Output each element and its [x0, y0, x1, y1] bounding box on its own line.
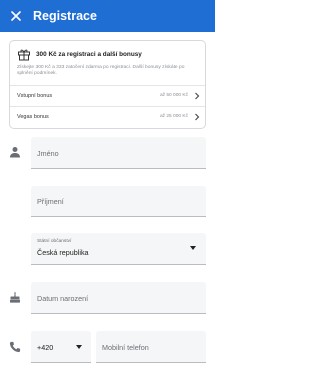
close-icon — [11, 11, 21, 21]
first-name-field[interactable]: Jméno — [31, 137, 206, 169]
bonus-row-label: Vstupní bonus — [17, 92, 53, 99]
app-bar: Registrace — [0, 0, 215, 32]
chevron-right-icon — [195, 113, 200, 120]
bonus-description: Získejte 300 Kč a 333 zatočení zdarma po… — [17, 65, 185, 77]
bonus-row-vegas[interactable]: Vegas bonus až 25 000 Kč — [10, 106, 205, 126]
last-name-field[interactable]: Příjmení — [31, 186, 206, 217]
cake-icon — [10, 291, 20, 303]
bonus-row-vstupni[interactable]: Vstupní bonus až 50 000 Kč — [10, 85, 205, 105]
bonus-header: 300 Kč za registraci a další bonusy — [10, 41, 205, 61]
birth-date-field[interactable]: Datum narození — [31, 282, 206, 314]
bonus-title: 300 Kč za registraci a další bonusy — [36, 50, 142, 58]
bonus-row-label: Vegas bonus — [17, 113, 49, 120]
close-button[interactable] — [2, 0, 30, 32]
citizenship-label: Státní občanství — [37, 239, 72, 244]
phone-icon — [9, 341, 21, 353]
birth-date-placeholder: Datum narození — [37, 294, 89, 303]
chevron-right-icon — [195, 92, 200, 99]
citizenship-select[interactable]: Státní občanství Česká republika — [31, 233, 206, 265]
dropdown-arrow-icon — [190, 246, 196, 250]
bonus-row-value: až 50 000 Kč — [159, 93, 188, 98]
first-name-placeholder: Jméno — [37, 149, 59, 158]
bonus-row-value: až 25 000 Kč — [159, 114, 188, 119]
gift-icon — [18, 49, 30, 61]
phone-prefix-value: +420 — [37, 343, 54, 352]
phone-prefix-select[interactable]: +420 — [31, 331, 91, 363]
citizenship-value: Česká republika — [37, 248, 89, 257]
phone-number-placeholder: Mobilní telefon — [102, 343, 149, 352]
page-title: Registrace — [33, 9, 97, 23]
person-icon — [10, 147, 20, 158]
dropdown-arrow-icon — [76, 345, 82, 349]
phone-number-field[interactable]: Mobilní telefon — [96, 331, 206, 363]
last-name-placeholder: Příjmení — [37, 197, 64, 206]
bonus-card: 300 Kč za registraci a další bonusy Získ… — [9, 40, 206, 129]
